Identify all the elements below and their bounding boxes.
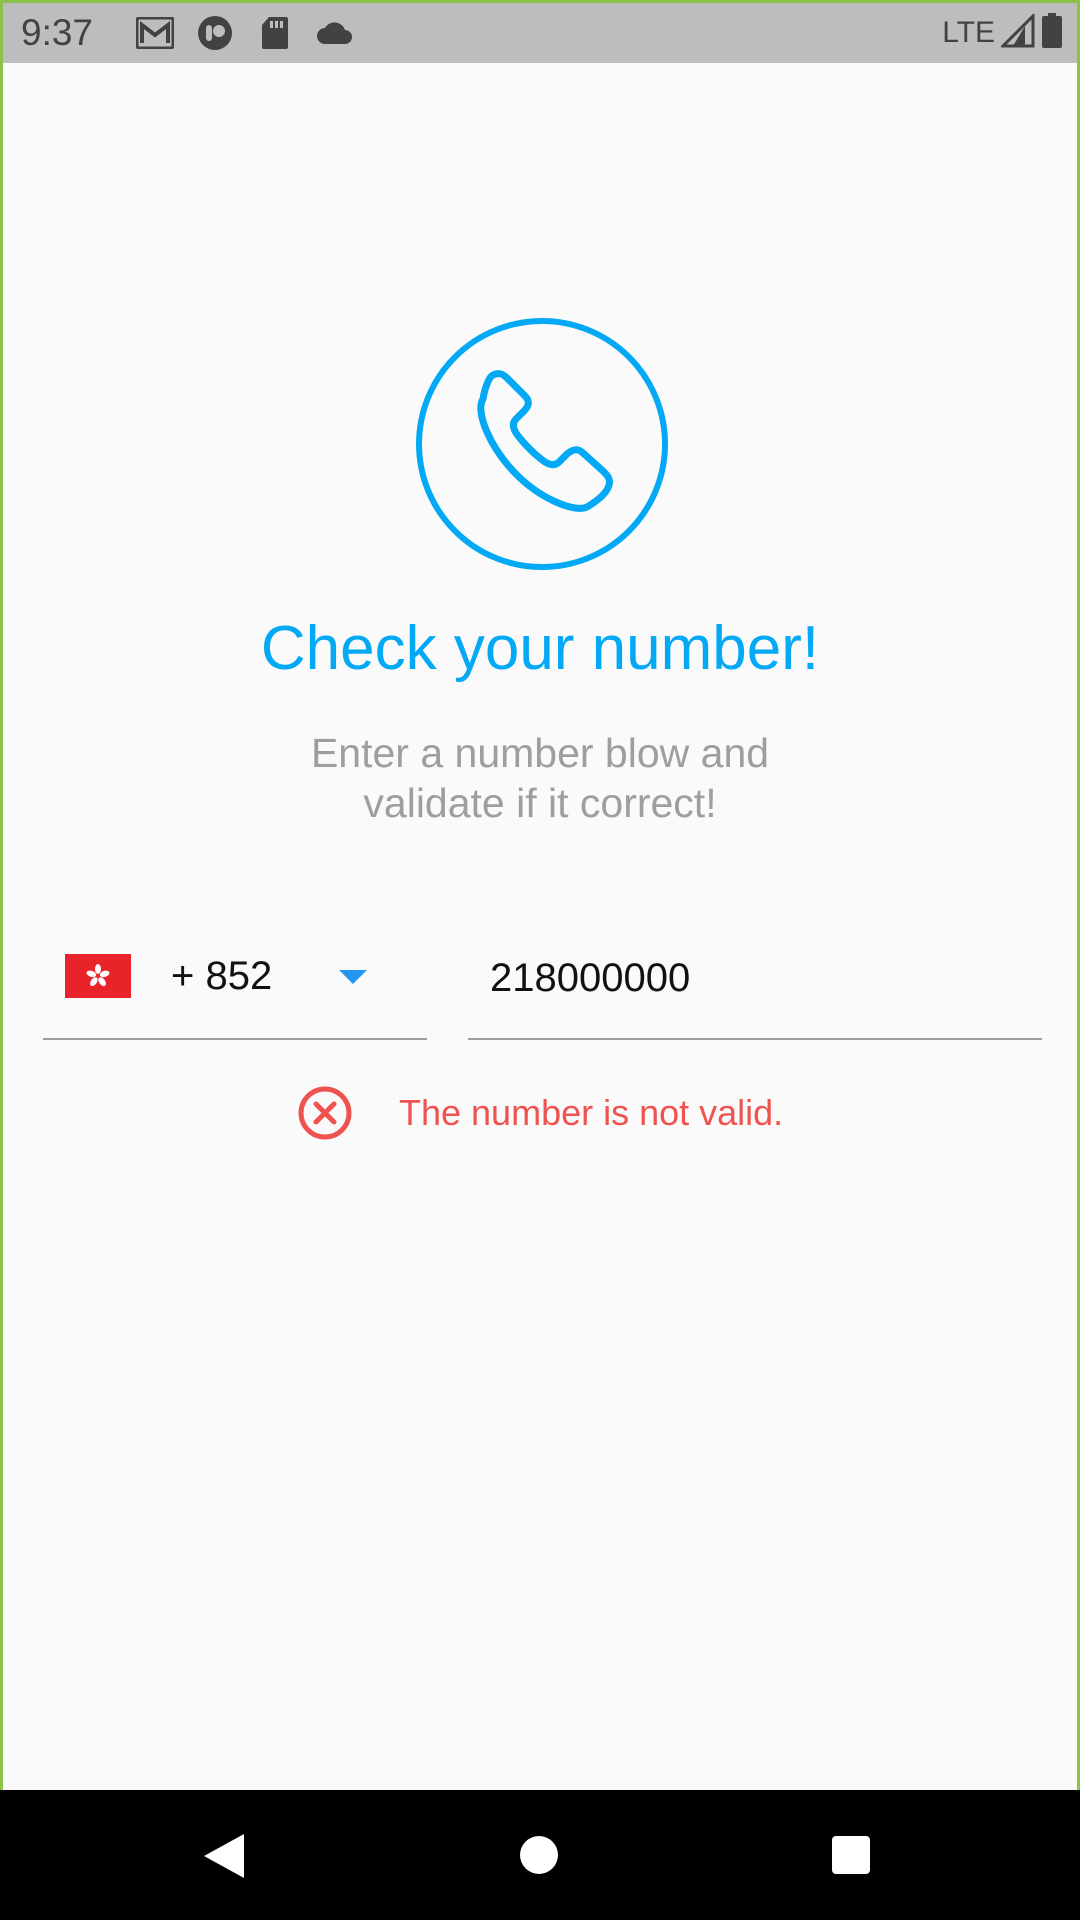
- hong-kong-flag-icon: [65, 954, 131, 998]
- phone-number-input[interactable]: [490, 948, 1010, 1008]
- error-text: The number is not valid.: [399, 1092, 784, 1133]
- app-notification-icon: [195, 13, 235, 53]
- recents-icon[interactable]: [832, 1836, 870, 1874]
- app-screen: 9:37 LTE Check your number! Enter a numb…: [0, 0, 1080, 1920]
- page-title: Check your number!: [260, 614, 820, 683]
- notification-icons: [135, 13, 355, 53]
- validation-message: The number is not valid.: [297, 1085, 783, 1141]
- back-icon[interactable]: [204, 1834, 244, 1878]
- navigation-bar: [0, 1790, 1080, 1920]
- gmail-icon: [135, 13, 175, 53]
- chevron-down-icon[interactable]: [339, 970, 367, 984]
- cloud-icon: [315, 13, 355, 53]
- status-bar: 9:37 LTE: [3, 3, 1077, 63]
- system-status: LTE: [942, 11, 1063, 54]
- page-subtitle: Enter a number blow and validate if it c…: [243, 728, 837, 828]
- phone-number-field[interactable]: [468, 938, 1042, 1040]
- signal-icon: [999, 11, 1035, 53]
- error-circle-icon: [298, 1086, 352, 1140]
- network-type: LTE: [942, 16, 995, 49]
- sd-card-icon: [255, 13, 295, 53]
- dial-code: + 852: [171, 954, 273, 998]
- home-icon[interactable]: [520, 1836, 558, 1874]
- subtitle-line-1: Enter a number blow and: [310, 730, 770, 776]
- phone-icon: [416, 318, 668, 570]
- battery-icon: [1041, 12, 1063, 54]
- country-code-picker[interactable]: + 852: [43, 938, 427, 1040]
- status-time: 9:37: [21, 12, 94, 53]
- subtitle-line-2: validate if it correct!: [363, 780, 717, 826]
